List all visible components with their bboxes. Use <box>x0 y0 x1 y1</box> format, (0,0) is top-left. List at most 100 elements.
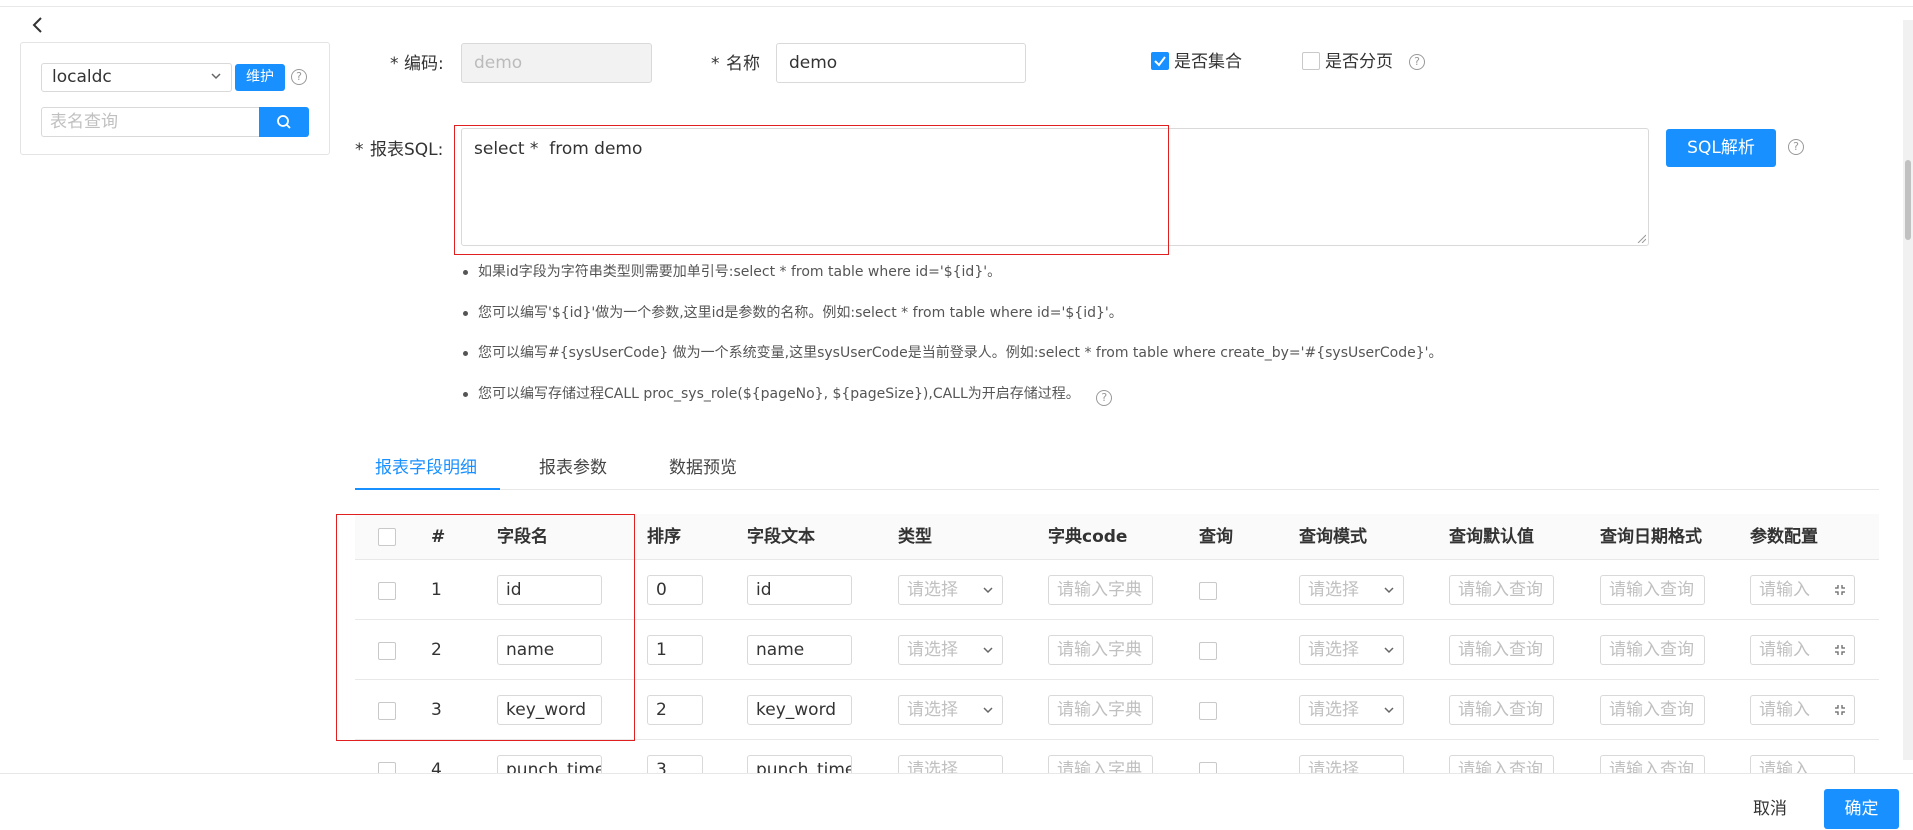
order-input[interactable]: 1 <box>647 635 703 665</box>
is-collection-label: 是否集合 <box>1174 52 1242 72</box>
type-placeholder: 请选择 <box>907 700 958 720</box>
chevron-down-icon <box>983 587 993 594</box>
col-order: 排序 <box>647 527 681 547</box>
col-field-text: 字段文本 <box>747 527 815 547</box>
help-icon[interactable]: ? <box>291 69 307 85</box>
is-paging-label: 是否分页 <box>1325 52 1393 72</box>
table-search-button[interactable] <box>259 107 309 137</box>
datasource-value: localdc <box>52 67 112 87</box>
tab-report-params[interactable]: 报表参数 <box>539 450 607 490</box>
col-dict-code: 字典code <box>1048 527 1128 547</box>
is-paging-checkbox[interactable] <box>1302 52 1320 70</box>
scrollbar-thumb[interactable] <box>1905 160 1911 240</box>
query-mode-placeholder: 请选择 <box>1308 580 1359 600</box>
type-placeholder: 请选择 <box>907 580 958 600</box>
param-config-input[interactable]: 请输入 <box>1750 635 1855 665</box>
query-date-format-input[interactable]: 请输入查询 <box>1600 635 1705 665</box>
code-label: 编码: <box>404 54 444 74</box>
chevron-down-icon <box>211 73 221 80</box>
maintain-button[interactable]: 维护 <box>235 64 285 91</box>
type-select[interactable]: 请选择 <box>898 695 1003 725</box>
dict-code-input[interactable]: 请输入字典 <box>1048 575 1153 605</box>
order-input[interactable]: 0 <box>647 575 703 605</box>
query-date-format-input[interactable]: 请输入查询 <box>1600 575 1705 605</box>
search-icon <box>277 115 291 129</box>
back-arrow-icon[interactable] <box>28 15 48 35</box>
name-input[interactable]: demo <box>776 43 1026 83</box>
param-config-placeholder: 请输入 <box>1759 700 1810 720</box>
ok-button[interactable]: 确定 <box>1824 789 1899 829</box>
top-divider <box>0 6 1913 7</box>
query-default-input[interactable]: 请输入查询 <box>1449 575 1554 605</box>
is-collection-checkbox[interactable] <box>1151 52 1169 70</box>
param-config-placeholder: 请输入 <box>1759 640 1810 660</box>
col-type: 类型 <box>898 527 932 547</box>
chevron-down-icon <box>983 707 993 714</box>
dict-code-input[interactable]: 请输入字典 <box>1048 635 1153 665</box>
code-input: demo <box>461 43 652 83</box>
resize-handle-icon[interactable] <box>1636 233 1646 243</box>
query-date-format-input[interactable]: 请输入查询 <box>1600 695 1705 725</box>
required-mark: * <box>390 54 399 74</box>
required-mark: * <box>711 54 720 74</box>
query-default-input[interactable]: 请输入查询 <box>1449 635 1554 665</box>
field-text-input[interactable]: id <box>747 575 852 605</box>
tip-item: 如果id字段为字符串类型则需要加单引号:select * from table … <box>460 262 1443 303</box>
type-select[interactable]: 请选择 <box>898 575 1003 605</box>
chevron-down-icon <box>1384 647 1394 654</box>
col-param-config: 参数配置 <box>1750 527 1818 547</box>
field-text-input[interactable]: name <box>747 635 852 665</box>
sql-tips-list: 如果id字段为字符串类型则需要加单引号:select * from table … <box>460 262 1443 424</box>
col-query-mode: 查询模式 <box>1299 527 1367 547</box>
sql-label: 报表SQL: <box>370 140 444 160</box>
type-placeholder: 请选择 <box>907 640 958 660</box>
dialog-footer <box>0 773 1913 830</box>
col-query-default: 查询默认值 <box>1449 527 1534 547</box>
col-query-date-format: 查询日期格式 <box>1600 527 1702 547</box>
col-query: 查询 <box>1199 527 1233 547</box>
sql-parse-button[interactable]: SQL解析 <box>1666 129 1776 167</box>
tab-field-details[interactable]: 报表字段明细 <box>355 450 500 490</box>
tip-item: 您可以编写'${id}'做为一个参数,这里id是参数的名称。例如:select … <box>460 303 1443 344</box>
order-input[interactable]: 2 <box>647 695 703 725</box>
chevron-down-icon <box>1384 707 1394 714</box>
query-mode-select[interactable]: 请选择 <box>1299 635 1404 665</box>
tip-text: 您可以编写存储过程CALL proc_sys_role(${pageNo}, $… <box>478 385 1080 402</box>
cancel-button[interactable]: 取消 <box>1735 790 1805 828</box>
help-icon[interactable]: ? <box>1096 389 1113 406</box>
query-mode-select[interactable]: 请选择 <box>1299 695 1404 725</box>
param-config-input[interactable]: 请输入 <box>1750 575 1855 605</box>
expand-icon[interactable] <box>1834 584 1846 596</box>
field-text-input[interactable]: key_word <box>747 695 852 725</box>
field-name-highlight-box <box>336 514 635 741</box>
query-mode-select[interactable]: 请选择 <box>1299 575 1404 605</box>
query-default-input[interactable]: 请输入查询 <box>1449 695 1554 725</box>
query-mode-placeholder: 请选择 <box>1308 640 1359 660</box>
check-icon <box>1154 56 1166 67</box>
help-icon[interactable]: ? <box>1788 139 1804 155</box>
table-search-input[interactable]: 表名查询 <box>41 107 260 137</box>
name-label: 名称 <box>726 54 760 74</box>
required-mark: * <box>355 140 364 160</box>
param-config-input[interactable]: 请输入 <box>1750 695 1855 725</box>
query-checkbox[interactable] <box>1199 582 1217 600</box>
type-select[interactable]: 请选择 <box>898 635 1003 665</box>
tip-item: 您可以编写#{sysUserCode} 做为一个系统变量,这里sysUserCo… <box>460 343 1443 384</box>
dict-code-input[interactable]: 请输入字典 <box>1048 695 1153 725</box>
vertical-scrollbar[interactable] <box>1903 20 1913 760</box>
datasource-panel <box>20 42 330 155</box>
query-checkbox[interactable] <box>1199 702 1217 720</box>
query-mode-placeholder: 请选择 <box>1308 700 1359 720</box>
expand-icon[interactable] <box>1834 704 1846 716</box>
chevron-down-icon <box>983 647 993 654</box>
tab-data-preview[interactable]: 数据预览 <box>669 450 737 490</box>
report-tabs: 报表字段明细 报表参数 数据预览 <box>355 450 1879 490</box>
sql-highlight-box <box>454 125 1169 255</box>
chevron-down-icon <box>1384 587 1394 594</box>
help-icon[interactable]: ? <box>1409 54 1425 70</box>
tip-item: 您可以编写存储过程CALL proc_sys_role(${pageNo}, $… <box>460 384 1443 425</box>
expand-icon[interactable] <box>1834 644 1846 656</box>
datasource-select[interactable]: localdc <box>41 63 232 92</box>
param-config-placeholder: 请输入 <box>1759 580 1810 600</box>
query-checkbox[interactable] <box>1199 642 1217 660</box>
